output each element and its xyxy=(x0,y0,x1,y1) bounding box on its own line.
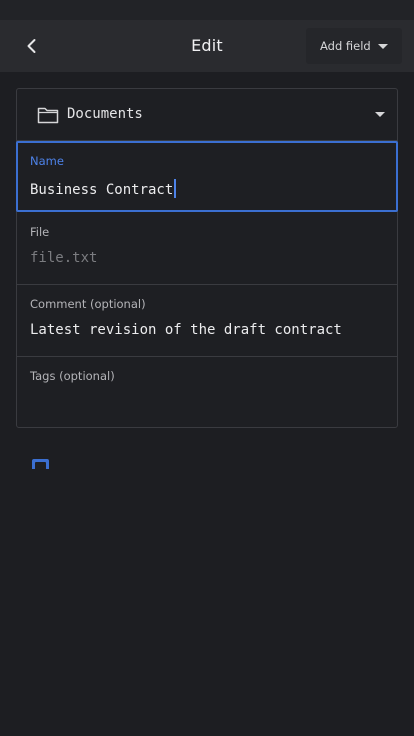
file-field-label: File xyxy=(30,225,50,239)
name-field[interactable]: Name Business Contract xyxy=(16,141,398,212)
status-bar xyxy=(0,0,414,20)
folder-icon xyxy=(37,107,59,124)
file-field-input[interactable]: file.txt xyxy=(30,250,380,266)
caret-down-icon xyxy=(375,112,385,117)
folder-select-value: Documents xyxy=(67,106,143,122)
tags-field[interactable]: Tags (optional) xyxy=(17,357,397,429)
comment-field-label: Comment (optional) xyxy=(30,297,146,311)
name-field-label: Name xyxy=(30,154,64,168)
file-field[interactable]: File file.txt xyxy=(17,213,397,285)
comment-field-input[interactable]: Latest revision of the draft contract xyxy=(30,322,380,338)
edit-form-card: Documents Name Business Contract File fi… xyxy=(16,88,398,428)
app-bar: Edit Add field xyxy=(0,20,414,72)
notification-checkbox[interactable] xyxy=(32,459,49,469)
folder-select[interactable]: Documents xyxy=(17,89,397,141)
comment-field[interactable]: Comment (optional) Latest revision of th… xyxy=(17,285,397,357)
tags-field-label: Tags (optional) xyxy=(30,369,115,383)
add-field-button[interactable]: Add field xyxy=(306,28,402,64)
notification-option-row xyxy=(16,455,398,469)
add-field-label: Add field xyxy=(320,39,371,53)
caret-down-icon xyxy=(377,43,388,49)
text-cursor xyxy=(174,179,177,198)
name-field-value[interactable]: Business Contract xyxy=(30,179,380,198)
